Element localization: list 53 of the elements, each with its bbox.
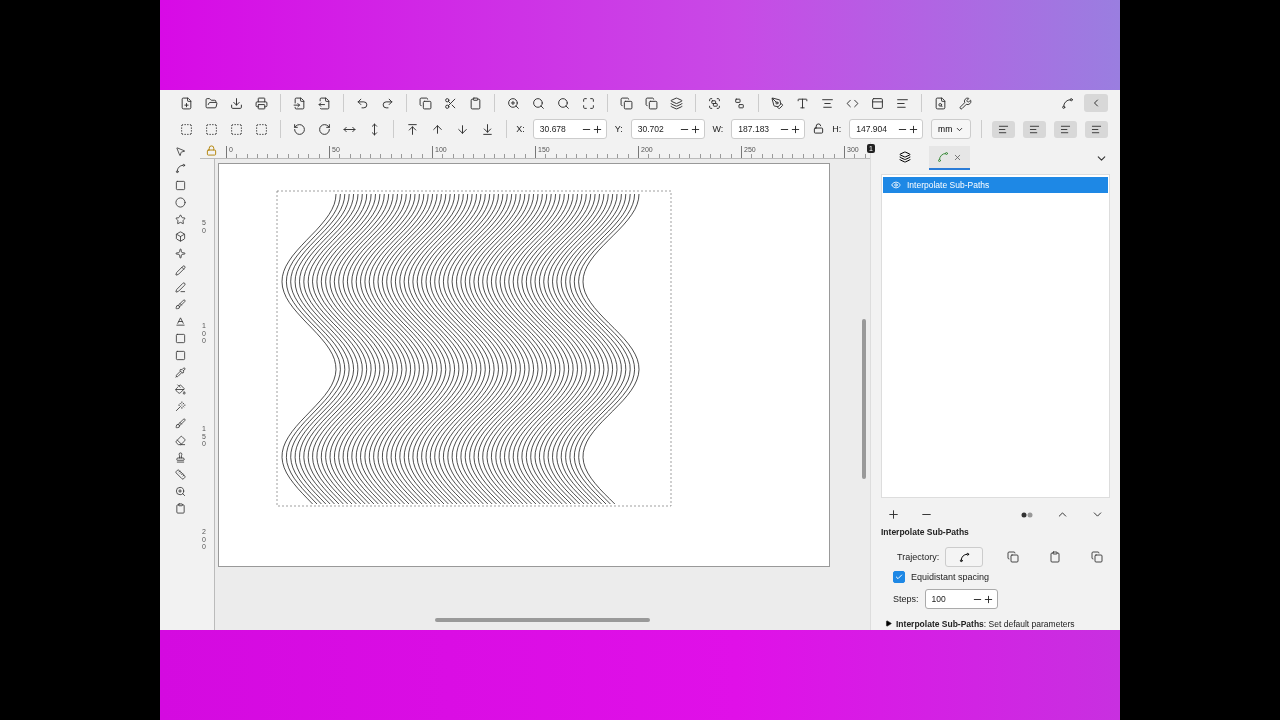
- unit-dropdown[interactable]: mm: [931, 119, 972, 139]
- number-field[interactable]: 30.702: [630, 119, 705, 139]
- copy-icon[interactable]: [417, 94, 434, 112]
- check-icon: [895, 573, 903, 581]
- effect-item[interactable]: Interpolate Sub-Paths: [883, 177, 1108, 193]
- plus-icon[interactable]: [790, 123, 802, 135]
- plus-icon[interactable]: [982, 593, 994, 605]
- path-icon: [958, 551, 970, 563]
- pencil-icon[interactable]: [172, 263, 188, 278]
- copy-icon[interactable]: [1005, 549, 1022, 565]
- steps-field[interactable]: 100: [924, 589, 998, 609]
- field-label: W:: [712, 124, 724, 134]
- plus-icon[interactable]: [591, 123, 603, 135]
- eye-icon[interactable]: [891, 180, 901, 190]
- field-label: Trajectory:: [897, 552, 940, 562]
- section-title: Interpolate Sub-Paths: [881, 526, 970, 539]
- circle-icon[interactable]: [172, 195, 188, 210]
- calligraphy-icon[interactable]: [172, 297, 188, 312]
- snap-button[interactable]: [1085, 120, 1108, 138]
- plus-icon[interactable]: [689, 123, 701, 135]
- number-field[interactable]: 30.678: [532, 119, 607, 139]
- defaults-text: Interpolate Sub-Paths: Set default parameters: [896, 619, 1075, 629]
- collapse-button[interactable]: [1084, 94, 1108, 112]
- plus-icon[interactable]: [908, 123, 920, 135]
- dropper-icon[interactable]: [172, 365, 188, 380]
- layers-icon: [899, 151, 911, 163]
- checkbox[interactable]: [893, 571, 905, 583]
- snap-button[interactable]: [1054, 120, 1077, 138]
- number-field[interactable]: 187.183: [731, 119, 806, 139]
- pen-icon[interactable]: [769, 94, 786, 112]
- star-icon[interactable]: [172, 212, 188, 227]
- unlock-icon[interactable]: [813, 122, 825, 136]
- edit-path-button[interactable]: [945, 547, 984, 567]
- measure-icon[interactable]: [172, 467, 188, 482]
- paint-bucket-icon[interactable]: [172, 382, 188, 397]
- preferences-icon[interactable]: [957, 94, 974, 112]
- clone-icon[interactable]: [643, 94, 660, 112]
- collapsed-triangle-icon[interactable]: [885, 619, 892, 629]
- snap-button[interactable]: [1023, 120, 1046, 138]
- pen-icon[interactable]: [172, 280, 188, 295]
- printer-icon[interactable]: [253, 94, 270, 112]
- path-effect-icon: [937, 151, 949, 163]
- field-label: Steps:: [893, 594, 919, 604]
- field-label: H:: [832, 124, 842, 134]
- layers-icon[interactable]: [668, 94, 685, 112]
- field-label: X:: [516, 124, 525, 134]
- checkbox-label: Equidistant spacing: [911, 572, 990, 582]
- snap-button[interactable]: [992, 120, 1015, 138]
- duplicate-icon[interactable]: [618, 94, 635, 112]
- field-label: Y:: [614, 124, 623, 134]
- eraser-icon[interactable]: [172, 433, 188, 448]
- number-field[interactable]: 147.904: [849, 119, 924, 139]
- close-icon[interactable]: [953, 152, 962, 162]
